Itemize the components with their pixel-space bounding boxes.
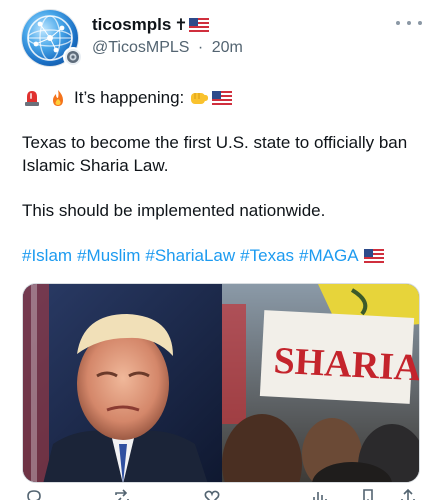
tweet-media[interactable]: SHARIA [22, 283, 420, 483]
us-flag-emoji [363, 248, 384, 263]
more-dot [407, 21, 411, 25]
author-display-name[interactable]: ticosmpls [92, 15, 171, 35]
retweet-icon[interactable] [112, 487, 132, 500]
seal-badge-icon [63, 47, 83, 67]
author-name-row[interactable]: ticosmpls ✝ [92, 14, 209, 36]
hashtag-link[interactable]: #Muslim [77, 244, 140, 267]
fire-emoji [53, 89, 63, 106]
more-dot [418, 21, 422, 25]
tweet-header: ticosmpls ✝ @TicosMPLS · 20m [0, 0, 441, 80]
police-light-emoji [25, 90, 39, 106]
share-icon[interactable] [398, 487, 418, 500]
tweet-action-bar [22, 487, 420, 500]
tweet-text: It’s happening: Texas to become the firs… [22, 86, 422, 267]
hashtag-link[interactable]: #MAGA [299, 244, 359, 267]
more-options-button[interactable] [396, 14, 422, 32]
line1-text: It’s happening: [74, 88, 185, 107]
like-icon[interactable] [202, 487, 222, 500]
hashtag-row: #Islam #Muslim #ShariaLaw #Texas #MAGA [22, 244, 422, 267]
author-handle[interactable]: @TicosMPLS [92, 39, 189, 56]
hashtag-link[interactable]: #Islam [22, 244, 72, 267]
protest-crowd-photo[interactable]: SHARIA [222, 284, 419, 482]
bookmark-icon[interactable] [358, 487, 378, 500]
more-dot [396, 21, 400, 25]
tweet-line-1: It’s happening: [22, 86, 422, 109]
cross-icon: ✝ [174, 17, 188, 34]
us-flag-emoji [188, 18, 209, 32]
author-meta: @TicosMPLS · 20m [92, 39, 243, 57]
hashtag-link[interactable]: #Texas [240, 244, 294, 267]
tweet-paragraph-2: Texas to become the first U.S. state to … [22, 133, 408, 175]
fist-bump-emoji [191, 92, 209, 104]
portrait-photo[interactable] [23, 284, 222, 482]
views-icon[interactable] [310, 487, 330, 500]
meta-separator: · [197, 39, 204, 56]
reply-icon[interactable] [24, 487, 44, 500]
tweet-paragraph-3: This should be implemented nationwide. [22, 201, 326, 220]
tweet-timestamp[interactable]: 20m [212, 39, 243, 56]
sign-text: SHARIA [273, 340, 419, 390]
us-flag-emoji [212, 90, 233, 105]
hashtag-link[interactable]: #ShariaLaw [145, 244, 235, 267]
